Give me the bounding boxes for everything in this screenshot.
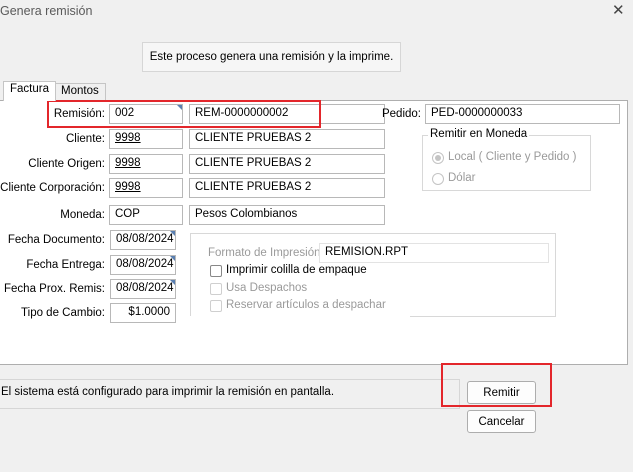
window-title: Genera remisión	[0, 4, 93, 18]
formato-impresion-value: REMISION.RPT	[325, 246, 409, 258]
radio-local-label: Local ( Cliente y Pedido )	[448, 151, 577, 163]
tab-montos-label: Montos	[61, 85, 99, 97]
cliente-origen-label: Cliente Origen:	[28, 158, 105, 170]
cancelar-button-label: Cancelar	[478, 415, 525, 428]
moneda-code-value: COP	[115, 208, 140, 220]
radio-dolar-label: Dólar	[448, 172, 476, 184]
cliente-corporacion-label: Cliente Corporación:	[0, 182, 105, 194]
close-icon[interactable]: ✕	[612, 1, 625, 19]
fecha-prox-remis-value: 08/08/2024	[116, 282, 174, 294]
fecha-documento-field[interactable]: 08/08/2024	[110, 230, 176, 250]
cliente-name-value: CLIENTE PRUEBAS 2	[195, 132, 312, 144]
fecha-documento-value: 08/08/2024	[116, 233, 174, 245]
pedido-value: PED-0000000033	[431, 107, 523, 119]
tab-montos[interactable]: Montos	[54, 83, 106, 100]
usa-despachos-checkbox[interactable]	[210, 283, 222, 295]
cancelar-button[interactable]: Cancelar	[467, 410, 536, 433]
tipo-cambio-field[interactable]: $1.0000	[110, 303, 176, 323]
fecha-entrega-field[interactable]: 08/08/2024	[110, 255, 176, 275]
moneda-name-value: Pesos Colombianos	[195, 208, 298, 220]
cliente-origen-name-field[interactable]: CLIENTE PRUEBAS 2	[189, 154, 385, 174]
cliente-origen-code-value: 9998	[115, 157, 141, 169]
impresion-group-gap	[190, 316, 410, 319]
moneda-name-field[interactable]: Pesos Colombianos	[189, 205, 385, 225]
cliente-corporacion-code-field[interactable]: 9998	[109, 178, 183, 198]
imprimir-colilla-label: Imprimir colilla de empaque	[226, 264, 367, 276]
radio-dolar[interactable]	[432, 173, 444, 185]
reservar-articulos-label: Reservar artículos a despachar	[226, 299, 386, 311]
formato-impresion-label: Formato de Impresión:	[208, 247, 324, 259]
pedido-field[interactable]: PED-0000000033	[425, 104, 620, 124]
cliente-origen-name-value: CLIENTE PRUEBAS 2	[195, 157, 312, 169]
cliente-corporacion-name-value: CLIENTE PRUEBAS 2	[195, 181, 312, 193]
cliente-label: Cliente:	[66, 133, 105, 145]
remitir-highlight-box	[441, 363, 552, 407]
moneda-code-field[interactable]: COP	[109, 205, 183, 225]
fecha-prox-remis-label: Fecha Prox. Remis:	[4, 283, 105, 295]
radio-local[interactable]	[432, 152, 444, 164]
info-message-box: Este proceso genera una remisión y la im…	[142, 42, 401, 72]
remision-highlight-box	[47, 100, 321, 128]
cliente-code-field[interactable]: 9998	[109, 129, 183, 149]
imprimir-colilla-checkbox[interactable]	[210, 265, 222, 277]
status-message: El sistema está configurado para imprimi…	[1, 386, 335, 398]
info-message: Este proceso genera una remisión y la im…	[149, 51, 394, 63]
fecha-documento-label: Fecha Documento:	[7, 234, 105, 246]
tipo-cambio-value: $1.0000	[128, 306, 170, 318]
fecha-prox-remis-field[interactable]: 08/08/2024	[110, 279, 176, 299]
moneda-label: Moneda:	[60, 209, 105, 221]
cliente-corporacion-code-value: 9998	[115, 181, 141, 193]
remitir-moneda-title: Remitir en Moneda	[428, 128, 530, 140]
tab-factura[interactable]: Factura	[3, 81, 56, 101]
tab-factura-label: Factura	[10, 83, 49, 95]
usa-despachos-label: Usa Despachos	[226, 282, 308, 294]
cliente-name-field[interactable]: CLIENTE PRUEBAS 2	[189, 129, 385, 149]
reservar-articulos-checkbox[interactable]	[210, 300, 222, 312]
fecha-entrega-value: 08/08/2024	[116, 258, 174, 270]
cliente-code-value: 9998	[115, 132, 141, 144]
fecha-entrega-label: Fecha Entrega:	[26, 259, 105, 271]
tipo-cambio-label: Tipo de Cambio:	[21, 307, 105, 319]
formato-impresion-field[interactable]: REMISION.RPT	[319, 243, 549, 263]
cliente-origen-code-field[interactable]: 9998	[109, 154, 183, 174]
pedido-label: Pedido:	[381, 108, 421, 120]
cliente-corporacion-name-field[interactable]: CLIENTE PRUEBAS 2	[189, 178, 385, 198]
